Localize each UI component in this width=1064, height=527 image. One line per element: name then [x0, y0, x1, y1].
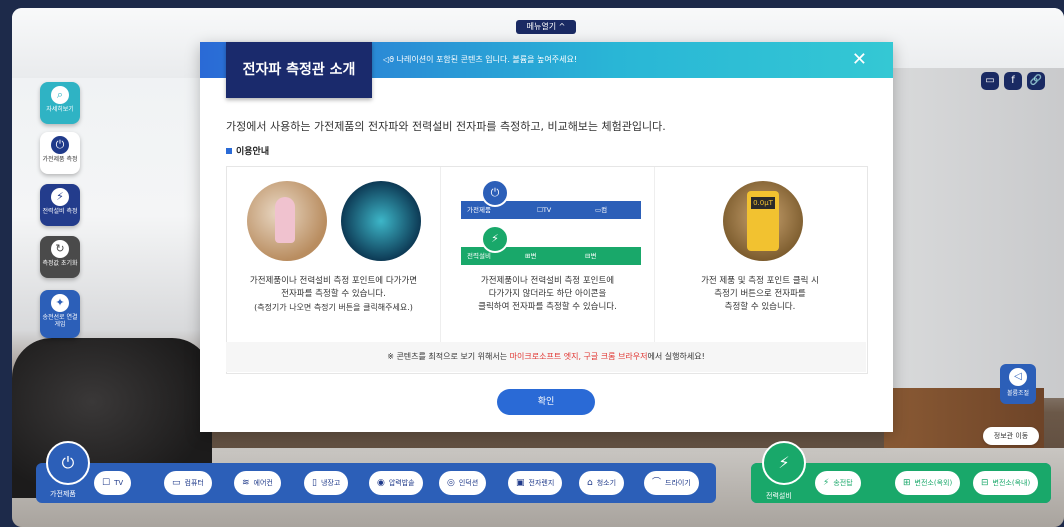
chat-share-button[interactable]: ▭	[981, 72, 999, 90]
ricecooker-button[interactable]: ◉ 압력밥솥	[369, 471, 423, 495]
link-icon: 🔗	[1029, 75, 1043, 86]
induction-button[interactable]: ◎ 인덕션	[439, 471, 487, 495]
dryer-button[interactable]: ⌒ 드라이기	[644, 471, 699, 495]
computer-icon: ▭	[172, 478, 181, 488]
fridge-icon: ▯	[312, 478, 317, 488]
notice-prefix: ※ 콘텐츠를 최적으로 보기 위해서는	[387, 352, 510, 361]
guide-line: 가전제품이나 전력설비 측정 포인트에	[480, 276, 615, 286]
sidebar-item-label: 전력설비 측정	[42, 208, 78, 215]
guide-column-3: 0.0μT 가전 제품 및 측정 포인트 클릭 시 측정기 버튼으로 전자파를 …	[653, 167, 867, 343]
guide-heading: 이용안내	[226, 144, 269, 157]
narration-note: ◁ϑ 나레이션이 포함된 콘텐츠 입니다. 볼륨을 높여주세요!	[383, 55, 578, 64]
game-icon: ✦	[51, 294, 69, 312]
microwave-icon: ▣	[516, 478, 525, 488]
diagram-item: ⊟ 변전소(옥내)	[585, 252, 599, 332]
sidebar-item-label: 송전선로 연결게임	[42, 314, 78, 328]
guide-column-2: 가전제품 ☐ TV ▭ 컴퓨터 ⏻ 전력설비 ⊞ 변전소(옥외) ⊟ 변전소(옥…	[440, 167, 655, 343]
induction-icon: ◎	[447, 478, 455, 488]
speaker-icon: ◁	[1009, 368, 1027, 386]
close-icon[interactable]: ✕	[852, 49, 867, 70]
browser-notice: ※ 콘텐츠를 최적으로 보기 위해서는 마이크로소프트 엣지, 구글 크롬 브라…	[226, 342, 866, 372]
info-hall-move-button[interactable]: 정보관 이동	[983, 427, 1039, 445]
guide-line: 다가가지 않더라도 하단 아이콘을	[488, 289, 607, 299]
guide-text-3: 가전 제품 및 측정 포인트 클릭 시 측정기 버튼으로 전자파를 측정할 수 …	[653, 275, 867, 314]
guide-line: 전자파를 측정할 수 있습니다.	[281, 289, 386, 299]
intro-text: 가정에서 사용하는 가전제품의 전자파와 전력설비 전자파를 측정하고, 비교해…	[226, 120, 666, 133]
chat-icon: ▭	[985, 75, 995, 86]
guide-line: 가전 제품 및 측정 포인트 클릭 시	[701, 276, 819, 286]
modal-title: 전자파 측정관 소개	[226, 42, 372, 98]
substation-indoor-button[interactable]: ⊟ 변전소(옥내)	[973, 471, 1039, 495]
hairdryer-image	[247, 181, 327, 261]
substation-outdoor-icon: ⊞	[903, 478, 911, 488]
meter-image: 0.0μT	[723, 181, 803, 261]
guide-line: 측정기 버튼으로 전자파를	[714, 289, 806, 299]
facebook-share-button[interactable]: f	[1004, 72, 1022, 90]
meter-reading: 0.0μT	[751, 197, 775, 209]
guide-text-1: 가전제품이나 전력설비 측정 포인트에 다가가면 전자파를 측정할 수 있습니다…	[227, 275, 440, 314]
vacuum-button[interactable]: ⌂ 청소기	[579, 471, 625, 495]
notice-suffix: 에서 실행하세요!	[647, 352, 705, 361]
icon-diagram: 가전제품 ☐ TV ▭ 컴퓨터 ⏻ 전력설비 ⊞ 변전소(옥외) ⊟ 변전소(옥…	[461, 179, 641, 332]
tower-icon: ⚡	[778, 453, 790, 472]
diagram-item: ▭ 컴퓨터	[595, 206, 608, 250]
sidebar-item-power[interactable]: ⚡ 전력설비 측정	[40, 184, 80, 226]
microwave-button[interactable]: ▣ 전자렌지	[508, 471, 563, 495]
hairdryer-shape	[275, 197, 295, 243]
notice-highlight: 마이크로소프트 엣지, 구글 크롬 브라우저	[509, 352, 648, 361]
substation-outdoor-button[interactable]: ⊞ 변전소(옥외)	[895, 471, 961, 495]
emf-meter: 0.0μT	[747, 191, 779, 251]
sidebar-item-label: 가전제품 측정	[42, 156, 78, 163]
diagram-item: ⊞ 변전소(옥외)	[525, 252, 539, 332]
search-icon: ⌕	[51, 86, 69, 104]
power-category-button[interactable]: ⚡	[762, 441, 806, 485]
sidebar-item-detail[interactable]: ⌕ 자세히보기	[40, 82, 80, 124]
dryer-icon: ⌒	[652, 478, 662, 488]
sidebar-item-game[interactable]: ✦ 송전선로 연결게임	[40, 290, 80, 338]
guide-line: (측정기가 나오면 측정기 버튼을 클릭해주세요.)	[254, 303, 413, 312]
plug-icon: ⏻	[481, 179, 509, 207]
link-share-button[interactable]: 🔗	[1027, 72, 1045, 90]
diagram-item: ☐ TV	[537, 206, 552, 214]
substation-indoor-icon: ⊟	[981, 478, 989, 488]
appliance-category-button[interactable]: ⏻	[46, 441, 90, 485]
power-line-image	[341, 181, 421, 261]
guide-text-2: 가전제품이나 전력설비 측정 포인트에 다가가지 않더라도 하단 아이콘을 클릭…	[441, 275, 654, 314]
bullet-icon	[226, 148, 232, 154]
guide-title: 이용안내	[236, 147, 270, 157]
guide-column-1: 가전제품이나 전력설비 측정 포인트에 다가가면 전자파를 측정할 수 있습니다…	[227, 167, 440, 343]
tower-button[interactable]: ⚡ 송전탑	[815, 471, 861, 495]
sidebar-item-reset[interactable]: ↻ 측정값 초기화	[40, 236, 80, 278]
confirm-button[interactable]: 확인	[497, 389, 595, 415]
aircon-button[interactable]: ≋ 에어컨	[234, 471, 281, 495]
ricecooker-icon: ◉	[377, 478, 385, 488]
facebook-icon: f	[1011, 75, 1015, 86]
computer-button[interactable]: ▭ 컴퓨터	[164, 471, 212, 495]
reset-icon: ↻	[51, 240, 69, 258]
appliance-caption: 가전제품	[50, 490, 76, 498]
volume-button[interactable]: ◁ 볼륨조절	[1000, 364, 1036, 404]
tower-icon: ⚡	[51, 188, 69, 206]
sidebar-item-label: 측정값 초기화	[42, 260, 78, 267]
appliance-toolbar: ☐ TV ▭ 컴퓨터 ≋ 에어컨 ▯ 냉장고 ◉ 압력밥솥 ◎ 인덕션 ▣ 전자렌지 ⌂ 청소기…	[36, 463, 716, 503]
vacuum-icon: ⌂	[587, 478, 593, 488]
menu-open-button[interactable]: 메뉴열기 ^	[516, 20, 576, 34]
fridge-button[interactable]: ▯ 냉장고	[304, 471, 349, 495]
guide-line: 가전제품이나 전력설비 측정 포인트에 다가가면	[249, 276, 418, 286]
tv-button[interactable]: ☐ TV	[94, 471, 132, 495]
sidebar-item-label: 자세히보기	[46, 106, 74, 113]
power-caption: 전력설비	[766, 492, 792, 500]
intro-modal: 전자파 측정관 소개 ◁ϑ 나레이션이 포함된 콘텐츠 입니다. 볼륨을 높여주…	[200, 42, 893, 432]
aircon-icon: ≋	[242, 478, 250, 488]
plug-icon: ⏻	[61, 453, 75, 472]
tower-icon: ⚡	[823, 478, 830, 488]
sidebar-item-appliance[interactable]: ⏻ 가전제품 측정	[40, 132, 80, 174]
tv-icon: ☐	[102, 478, 111, 488]
volume-label: 볼륨조절	[1006, 390, 1030, 397]
tower-icon: ⚡	[481, 225, 509, 253]
plug-icon: ⏻	[51, 136, 69, 154]
guide-line: 클릭하여 전자파를 측정할 수 있습니다.	[478, 302, 617, 312]
right-wall	[884, 68, 1064, 398]
guide-line: 측정할 수 있습니다.	[724, 302, 796, 312]
